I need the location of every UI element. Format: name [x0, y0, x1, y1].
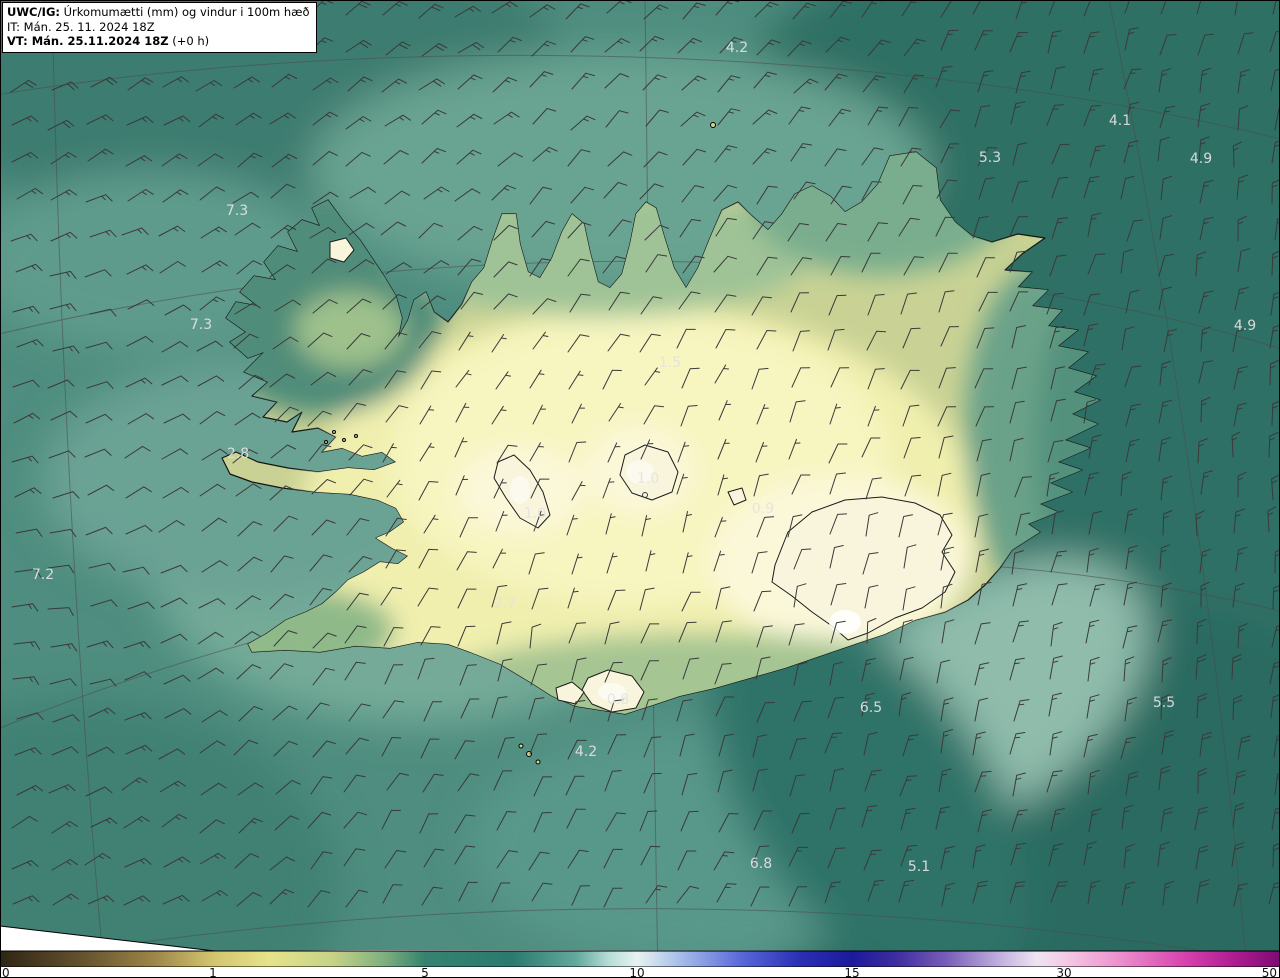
colorbar-tick: 50	[1262, 966, 1277, 978]
colorbar-tick: 30	[1056, 966, 1071, 978]
colorbar-tick: 0	[2, 966, 10, 978]
contour-label: 2.8	[227, 446, 249, 462]
colorbar-tick: 10	[629, 966, 644, 978]
title-box: UWC/IG: Úrkomumætti (mm) og vindur i 100…	[2, 2, 317, 53]
contour-label: 4.1	[1109, 113, 1131, 129]
contour-label: 4.2	[726, 40, 748, 56]
product-label: UWC/IG:	[7, 5, 60, 19]
contour-label: 0.8	[607, 692, 629, 708]
title-line-valid-time: VT: Mán. 25.11.2024 18Z (+0 h)	[7, 34, 310, 49]
colorbar-tick: 5	[421, 966, 429, 978]
contour-label: 7.3	[226, 203, 248, 219]
contour-label: 5.5	[1153, 695, 1175, 711]
title-line-product: UWC/IG: Úrkomumætti (mm) og vindur i 100…	[7, 5, 310, 20]
colorbar-gradient	[0, 951, 1280, 967]
contour-label: 6.8	[750, 856, 772, 872]
contour-label: 6.5	[860, 700, 882, 716]
product-title: Úrkomumætti (mm) og vindur i 100m hæð	[60, 5, 310, 19]
title-line-init-time: IT: Mán. 25. 11. 2024 18Z	[7, 20, 310, 35]
contour-label: 1.0	[637, 471, 659, 487]
contour-label: 7.3	[190, 317, 212, 333]
contour-label: 5.3	[979, 150, 1001, 166]
contour-label: 5.1	[908, 859, 930, 875]
contour-label: 4.9	[1190, 151, 1212, 167]
contour-label: 4.9	[1234, 318, 1256, 334]
colorbar-tick: 15	[844, 966, 859, 978]
weather-map-canvas: 4.2 4.1 5.3 4.9 7.3 7.3 4.9 1.5 2.8 1.0 0.9 1.0 7.2 2…	[0, 0, 1280, 978]
contour-label: 1.0	[524, 506, 546, 522]
contour-label: 4.2	[575, 744, 597, 760]
colorbar-tick: 1	[209, 966, 217, 978]
contour-label: 0.9	[752, 501, 774, 517]
weather-map-screenshot: 4.2 4.1 5.3 4.9 7.3 7.3 4.9 1.5 2.8 1.0 0.9 1.0 7.2 2…	[0, 0, 1280, 978]
valid-time-offset: (+0 h)	[169, 34, 210, 48]
contour-label: 7.2	[32, 567, 54, 583]
contour-label: 2.7	[494, 596, 516, 612]
valid-time: VT: Mán. 25.11.2024 18Z	[7, 34, 169, 48]
contour-label: 1.5	[659, 355, 681, 371]
